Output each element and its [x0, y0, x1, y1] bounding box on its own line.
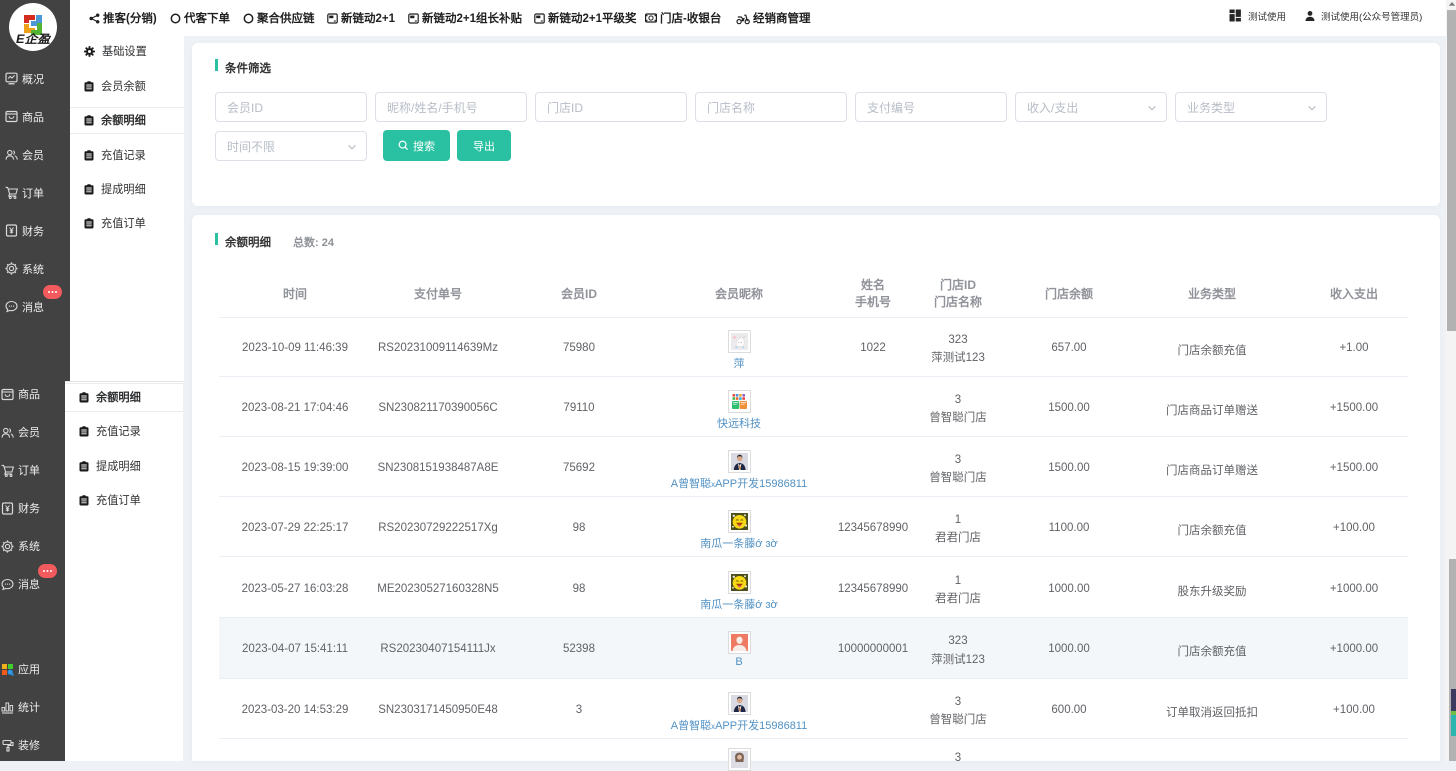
svg-text:E企盈: E企盈	[16, 32, 52, 46]
